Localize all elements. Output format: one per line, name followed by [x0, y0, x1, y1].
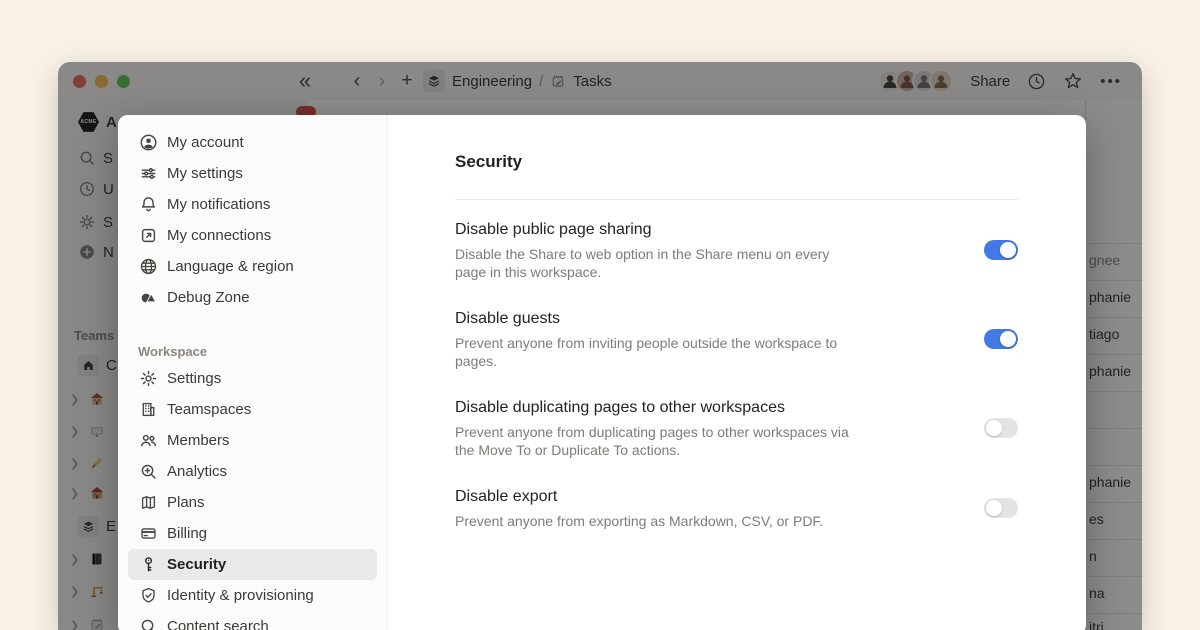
setting-title: Disable guests [455, 308, 855, 330]
setting-description: Prevent anyone from exporting as Markdow… [455, 512, 855, 530]
nav-label: Content search [167, 618, 269, 630]
key-icon [138, 555, 158, 575]
nav-label: Language & region [167, 258, 294, 275]
toggle-disable-guests[interactable] [984, 329, 1018, 349]
settings-nav-teamspaces[interactable]: Teamspaces [128, 394, 377, 425]
arrow-up-right-icon [138, 226, 158, 246]
setting-description: Prevent anyone from inviting people outs… [455, 334, 855, 370]
bell-icon [138, 195, 158, 215]
building-icon [138, 400, 158, 420]
nav-label: Debug Zone [167, 289, 250, 306]
settings-nav-my-connections[interactable]: My connections [128, 220, 377, 251]
settings-nav-analytics[interactable]: Analytics [128, 456, 377, 487]
settings-modal-content: Security Disable public page sharing Dis… [388, 115, 1086, 630]
nav-label: Settings [167, 370, 221, 387]
members-icon [138, 431, 158, 451]
toggle-disable-public-page-sharing[interactable] [984, 240, 1018, 260]
settings-nav-language-region[interactable]: Language & region [128, 251, 377, 282]
settings-nav-content-search[interactable]: Content search [128, 611, 377, 630]
settings-nav-my-settings[interactable]: My settings [128, 158, 377, 189]
settings-nav-settings[interactable]: Settings [128, 363, 377, 394]
settings-nav-identity-provisioning[interactable]: Identity & provisioning [128, 580, 377, 611]
nav-label: My notifications [167, 196, 270, 213]
search-icon [138, 617, 158, 630]
settings-nav-plans[interactable]: Plans [128, 487, 377, 518]
nav-label: Billing [167, 525, 207, 542]
setting-description: Prevent anyone from duplicating pages to… [455, 423, 855, 459]
setting-title: Disable export [455, 486, 855, 508]
settings-nav-my-notifications[interactable]: My notifications [128, 189, 377, 220]
setting-description: Disable the Share to web option in the S… [455, 245, 855, 281]
setting-row-disable-public-page-sharing: Disable public page sharing Disable the … [455, 219, 1018, 281]
app-window: « ‹ › + Engineering / Tasks Share [58, 62, 1142, 630]
settings-nav-billing[interactable]: Billing [128, 518, 377, 549]
sliders-icon [138, 164, 158, 184]
settings-nav-debug-zone[interactable]: Debug Zone [128, 282, 377, 313]
credit-card-icon [138, 524, 158, 544]
setting-title: Disable public page sharing [455, 219, 855, 241]
zoom-in-icon [138, 462, 158, 482]
nav-label: My account [167, 134, 244, 151]
settings-nav-members[interactable]: Members [128, 425, 377, 456]
nav-label: Plans [167, 494, 205, 511]
setting-title: Disable duplicating pages to other works… [455, 397, 855, 419]
shield-check-icon [138, 586, 158, 606]
workspace-section-header: Workspace [138, 339, 387, 363]
nav-label: Members [167, 432, 230, 449]
nav-label: Analytics [167, 463, 227, 480]
settings-modal: My account My settings My notifications … [118, 115, 1086, 630]
gear-icon [138, 369, 158, 389]
settings-nav-security[interactable]: Security [128, 549, 377, 580]
nav-label: My connections [167, 227, 271, 244]
nav-label: Security [167, 556, 226, 573]
shapes-icon [138, 288, 158, 308]
nav-label: My settings [167, 165, 243, 182]
nav-label: Identity & provisioning [167, 587, 314, 604]
setting-row-disable-duplicating-pages: Disable duplicating pages to other works… [455, 397, 1018, 459]
divider [455, 199, 1018, 200]
page-title: Security [455, 151, 1086, 173]
person-circle-icon [138, 133, 158, 153]
toggle-disable-export[interactable] [984, 498, 1018, 518]
settings-nav-my-account[interactable]: My account [128, 127, 377, 158]
setting-row-disable-export: Disable export Prevent anyone from expor… [455, 486, 1018, 530]
globe-icon [138, 257, 158, 277]
map-icon [138, 493, 158, 513]
toggle-disable-duplicating-pages[interactable] [984, 418, 1018, 438]
settings-modal-sidebar: My account My settings My notifications … [118, 115, 388, 630]
nav-label: Teamspaces [167, 401, 251, 418]
setting-row-disable-guests: Disable guests Prevent anyone from invit… [455, 308, 1018, 370]
